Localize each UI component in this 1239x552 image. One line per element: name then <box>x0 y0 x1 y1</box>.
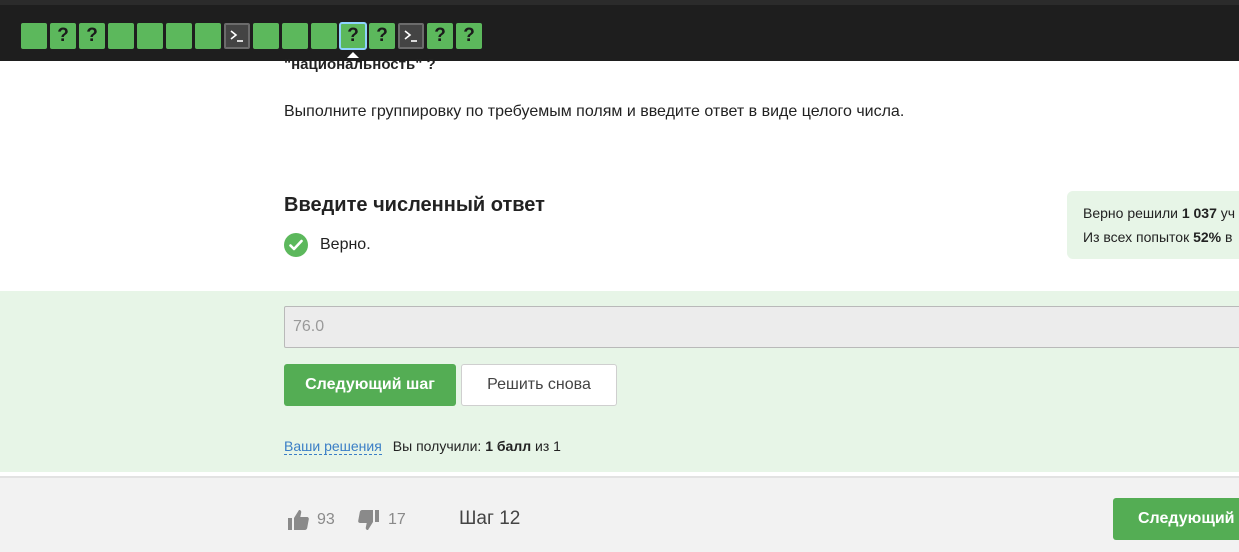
question-text-tail: "национальность" ? <box>284 56 436 73</box>
step-solved[interactable] <box>311 23 337 49</box>
like-count: 93 <box>317 511 335 528</box>
step-question[interactable]: ? <box>50 23 76 49</box>
next-step-button[interactable]: Следующий шаг <box>284 364 456 406</box>
thumbs-down-icon <box>358 510 379 530</box>
stats-attempts-suffix: в <box>1221 229 1233 245</box>
step-question[interactable]: ? <box>79 23 105 49</box>
step-navigation-bar: ?????? <box>0 0 1239 61</box>
stats-solved-label: Верно решили <box>1083 205 1182 221</box>
step-code-task[interactable] <box>224 23 250 49</box>
numeric-answer-input[interactable] <box>284 306 1239 348</box>
step-solved[interactable] <box>21 23 47 49</box>
solutions-row: Ваши решения Вы получили: 1 балл из 1 <box>284 438 561 455</box>
browser-strip <box>0 0 1239 5</box>
like-button[interactable]: 93 <box>287 509 335 531</box>
question-mark-icon: ? <box>463 25 475 46</box>
score-label: Вы получили: <box>392 438 486 454</box>
question-instruction: Выполните группировку по требуемым полям… <box>284 103 905 120</box>
score-text: Вы получили: 1 балл из 1 <box>393 438 561 454</box>
step-code-task[interactable] <box>398 23 424 49</box>
step-current[interactable]: ? <box>339 22 367 58</box>
step-solved[interactable] <box>108 23 134 49</box>
answer-heading: Введите численный ответ <box>284 194 545 216</box>
solve-again-button[interactable]: Решить снова <box>461 364 617 406</box>
question-mark-icon: ? <box>434 25 446 46</box>
stats-solved-suffix: уч <box>1216 205 1236 221</box>
step-solved[interactable] <box>166 23 192 49</box>
check-circle-icon <box>284 233 308 257</box>
stats-solved-count: 1 037 <box>1181 205 1217 221</box>
step-solved[interactable] <box>195 23 221 49</box>
score-points: 1 балл <box>485 438 532 454</box>
stats-attempts-percent: 52% <box>1193 229 1222 245</box>
question-mark-icon: ? <box>86 25 98 46</box>
dislike-button[interactable]: 17 <box>358 509 406 531</box>
your-solutions-link[interactable]: Ваши решения <box>284 438 382 455</box>
terminal-icon <box>230 30 243 42</box>
status-text: Верно. <box>320 236 371 253</box>
answer-status: Верно. <box>284 233 371 257</box>
step-question[interactable]: ? <box>369 23 395 49</box>
step-footer <box>0 476 1239 552</box>
question-mark-icon: ? <box>376 25 388 46</box>
step-list: ?????? <box>21 22 485 58</box>
dislike-count: 17 <box>388 511 406 528</box>
question-mark-icon: ? <box>57 25 69 46</box>
stats-attempts: Из всех попыток 52% в <box>1083 229 1232 245</box>
question-mark-icon: ? <box>347 25 359 46</box>
thumbs-up-icon <box>288 510 309 530</box>
step-solved[interactable] <box>137 23 163 49</box>
step-number: Шаг 12 <box>459 508 521 529</box>
step-question[interactable]: ? <box>427 23 453 49</box>
stats-solved: Верно решили 1 037 уч <box>1083 205 1235 221</box>
terminal-icon <box>404 30 417 42</box>
score-total: из 1 <box>531 438 561 454</box>
step-solved[interactable] <box>282 23 308 49</box>
stats-attempts-label: Из всех попыток <box>1083 229 1194 245</box>
stats-panel: Верно решили 1 037 уч Из всех попыток 52… <box>1067 191 1239 259</box>
footer-next-step-button[interactable]: Следующий ш <box>1113 498 1239 540</box>
step-question[interactable]: ? <box>456 23 482 49</box>
step-solved[interactable] <box>253 23 279 49</box>
